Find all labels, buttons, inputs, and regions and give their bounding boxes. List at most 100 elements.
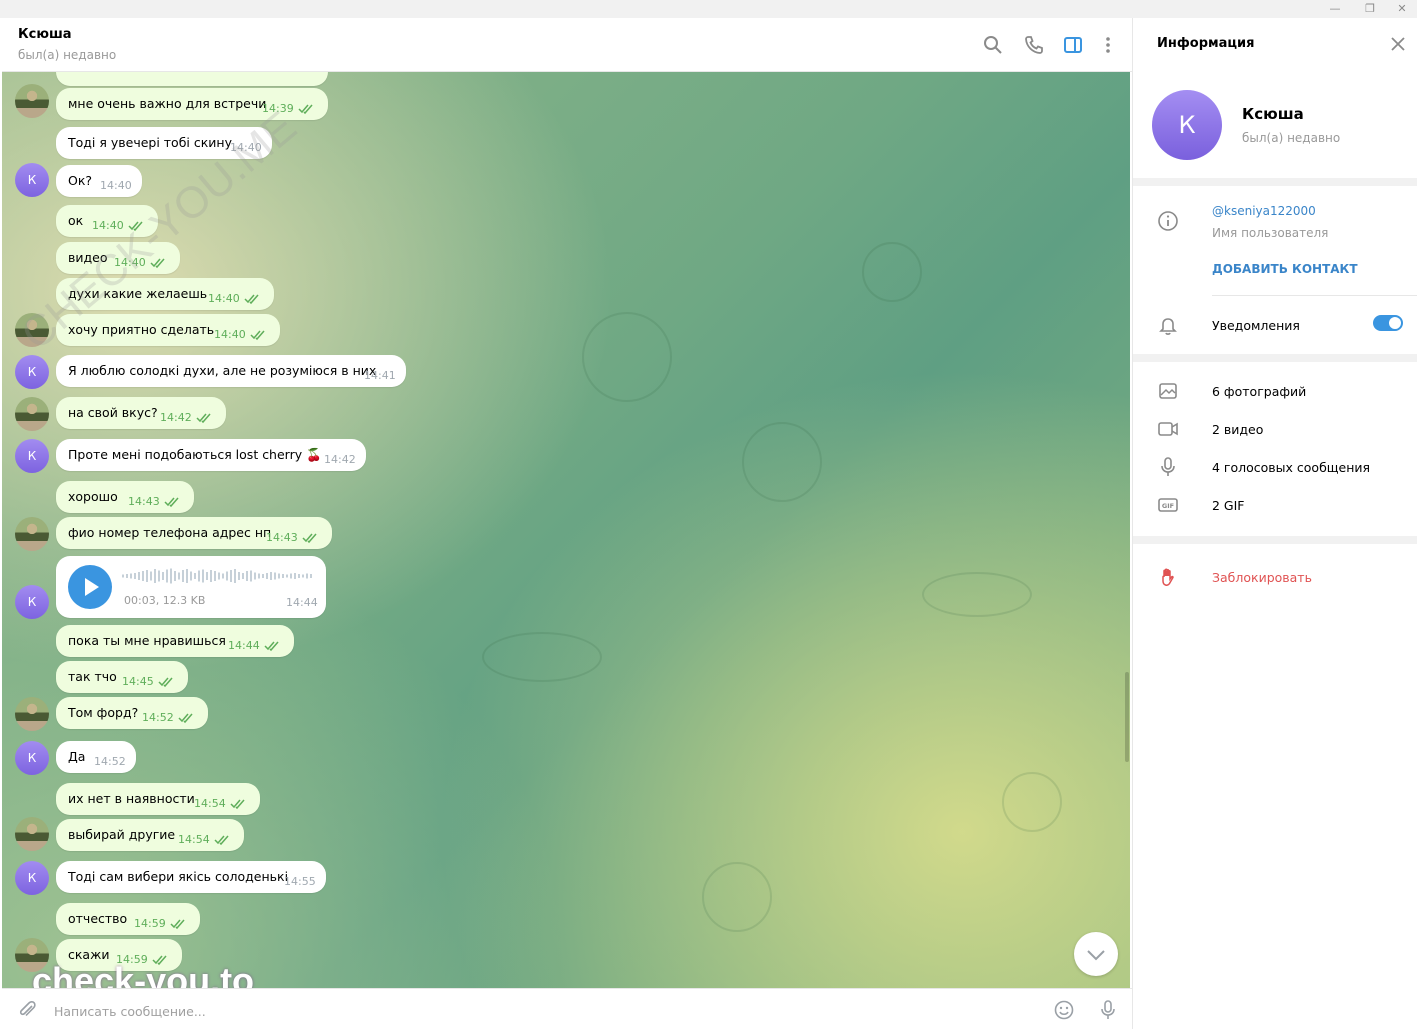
read-checks-icon bbox=[158, 677, 173, 688]
waveform-bar bbox=[286, 574, 288, 578]
outgoing-message[interactable]: пока ты мне нравишься 14:44 bbox=[56, 625, 294, 657]
outgoing-message[interactable]: их нет в наявности 14:54 bbox=[56, 783, 260, 815]
waveform-bar bbox=[238, 572, 240, 580]
play-button[interactable] bbox=[68, 565, 112, 609]
gif-icon: GIF bbox=[1158, 498, 1178, 512]
message-text: на свой вкус? bbox=[68, 405, 158, 420]
message-time: 14:52 bbox=[94, 755, 126, 768]
avatar[interactable]: К bbox=[15, 163, 49, 197]
profile-avatar[interactable]: К bbox=[1152, 90, 1222, 160]
attach-icon[interactable] bbox=[16, 999, 38, 1021]
message-input[interactable]: Написать сообщение... bbox=[54, 1004, 206, 1019]
gif-link[interactable]: 2 GIF bbox=[1212, 498, 1245, 513]
message-time: 14:43 bbox=[266, 531, 298, 544]
message-time: 14:44 bbox=[228, 639, 260, 652]
photos-link[interactable]: 6 фотографий bbox=[1212, 384, 1306, 399]
avatar[interactable] bbox=[15, 517, 49, 551]
avatar[interactable]: К bbox=[15, 861, 49, 895]
read-checks-icon bbox=[230, 799, 245, 810]
message-time: 14:43 bbox=[128, 495, 160, 508]
background-doodle bbox=[1002, 772, 1062, 832]
outgoing-message[interactable]: выбирай другие 14:54 bbox=[56, 819, 244, 851]
divider bbox=[1133, 536, 1417, 544]
message-text: хорошо bbox=[68, 489, 118, 504]
message-time: 14:42 bbox=[160, 411, 192, 424]
block-button[interactable]: Заблокировать bbox=[1212, 570, 1312, 585]
outgoing-message[interactable]: отчество 14:59 bbox=[56, 903, 200, 935]
photo-icon bbox=[1159, 383, 1177, 399]
outgoing-message[interactable]: так тчо 14:45 bbox=[56, 661, 188, 693]
message-text: мне очень важно для встречи bbox=[68, 96, 267, 111]
avatar[interactable]: К bbox=[15, 741, 49, 775]
incoming-message[interactable]: Да 14:52 bbox=[56, 741, 136, 773]
message-time: 14:59 bbox=[134, 917, 166, 930]
outgoing-message[interactable]: на свой вкус? 14:42 bbox=[56, 397, 226, 429]
username[interactable]: @kseniya122000 bbox=[1212, 204, 1316, 218]
incoming-message[interactable]: Ок? 14:40 bbox=[56, 165, 142, 197]
incoming-message[interactable]: Проте мені подобаються lost cherry 🍒 14:4… bbox=[56, 439, 366, 471]
scrollbar[interactable] bbox=[1125, 672, 1129, 762]
outgoing-message[interactable]: хорошо 14:43 bbox=[56, 481, 194, 513]
window-close-icon[interactable]: ✕ bbox=[1393, 1, 1411, 17]
read-checks-icon bbox=[178, 713, 193, 724]
waveform-bar bbox=[278, 573, 280, 579]
waveform-bar bbox=[282, 574, 284, 578]
more-icon[interactable] bbox=[1097, 34, 1119, 56]
incoming-message[interactable]: Тоді сам вибери якісь солоденькі 14:55 bbox=[56, 861, 326, 893]
avatar[interactable] bbox=[15, 817, 49, 851]
scroll-down-button[interactable] bbox=[1074, 932, 1118, 976]
emoji-icon[interactable] bbox=[1053, 999, 1075, 1021]
avatar[interactable]: К bbox=[15, 585, 49, 619]
waveform-bar bbox=[146, 570, 148, 582]
chat-title[interactable]: Ксюша bbox=[18, 27, 72, 42]
avatar[interactable] bbox=[15, 397, 49, 431]
avatar[interactable] bbox=[15, 697, 49, 731]
waveform-bar bbox=[262, 574, 264, 578]
waveform-bar bbox=[250, 570, 252, 582]
close-icon[interactable] bbox=[1390, 36, 1406, 52]
waveform[interactable] bbox=[122, 566, 318, 586]
waveform-bar bbox=[274, 572, 276, 580]
info-title: Информация bbox=[1157, 36, 1255, 51]
play-icon bbox=[85, 578, 99, 596]
message-text: фио номер телефона адрес нп bbox=[68, 525, 272, 540]
search-icon[interactable] bbox=[982, 34, 1004, 56]
notifications-label: Уведомления bbox=[1212, 318, 1300, 333]
video-icon bbox=[1158, 422, 1178, 436]
read-checks-icon bbox=[298, 104, 313, 115]
outgoing-message[interactable]: мне очень важно для встречи 14:39 bbox=[56, 88, 328, 120]
chat-header[interactable]: Ксюша был(а) недавно bbox=[2, 18, 1132, 72]
incoming-message[interactable]: Я люблю солодкі духи, але не розуміюся в… bbox=[56, 355, 406, 387]
watermark: check-you.to bbox=[32, 960, 255, 988]
chat-area[interactable]: К К К К К К мне очень важно для встречи 1… bbox=[2, 72, 1130, 988]
microphone-icon[interactable] bbox=[1097, 999, 1119, 1021]
microphone-icon bbox=[1161, 457, 1175, 476]
sidebar-toggle-icon[interactable] bbox=[1062, 34, 1084, 56]
restore-icon[interactable]: ❐ bbox=[1361, 1, 1379, 17]
add-contact-button[interactable]: ДОБАВИТЬ КОНТАКТ bbox=[1212, 262, 1358, 276]
message-text: отчество bbox=[68, 911, 128, 926]
message-text: Да bbox=[68, 749, 86, 764]
background-doodle bbox=[582, 312, 672, 402]
phone-icon[interactable] bbox=[1023, 34, 1045, 56]
minimize-icon[interactable]: — bbox=[1326, 1, 1344, 17]
read-checks-icon bbox=[302, 533, 317, 544]
message-bubble[interactable] bbox=[56, 72, 328, 86]
message-text: хочу приятно сделать bbox=[68, 322, 215, 337]
videos-link[interactable]: 2 видео bbox=[1212, 422, 1263, 437]
notifications-toggle[interactable] bbox=[1373, 315, 1403, 331]
info-icon bbox=[1158, 211, 1178, 231]
avatar[interactable]: К bbox=[15, 439, 49, 473]
outgoing-message[interactable]: Том форд? 14:52 bbox=[56, 697, 208, 729]
outgoing-message[interactable]: фио номер телефона адрес нп 14:43 bbox=[56, 517, 332, 549]
info-panel: Информация К Ксюша был(а) недавно @kseni… bbox=[1132, 18, 1417, 1029]
waveform-bar bbox=[290, 573, 292, 579]
message-time: 14:40 bbox=[92, 219, 124, 232]
avatar[interactable] bbox=[15, 84, 49, 118]
profile-name: Ксюша bbox=[1242, 105, 1304, 123]
message-time: 14:40 bbox=[100, 179, 132, 192]
message-input-bar[interactable]: Написать сообщение... bbox=[2, 988, 1132, 1029]
voice-message[interactable]: 00:03, 12.3 KB 14:44 bbox=[56, 556, 326, 618]
message-text: Том форд? bbox=[68, 705, 139, 720]
voice-messages-link[interactable]: 4 голосовых сообщения bbox=[1212, 460, 1370, 475]
